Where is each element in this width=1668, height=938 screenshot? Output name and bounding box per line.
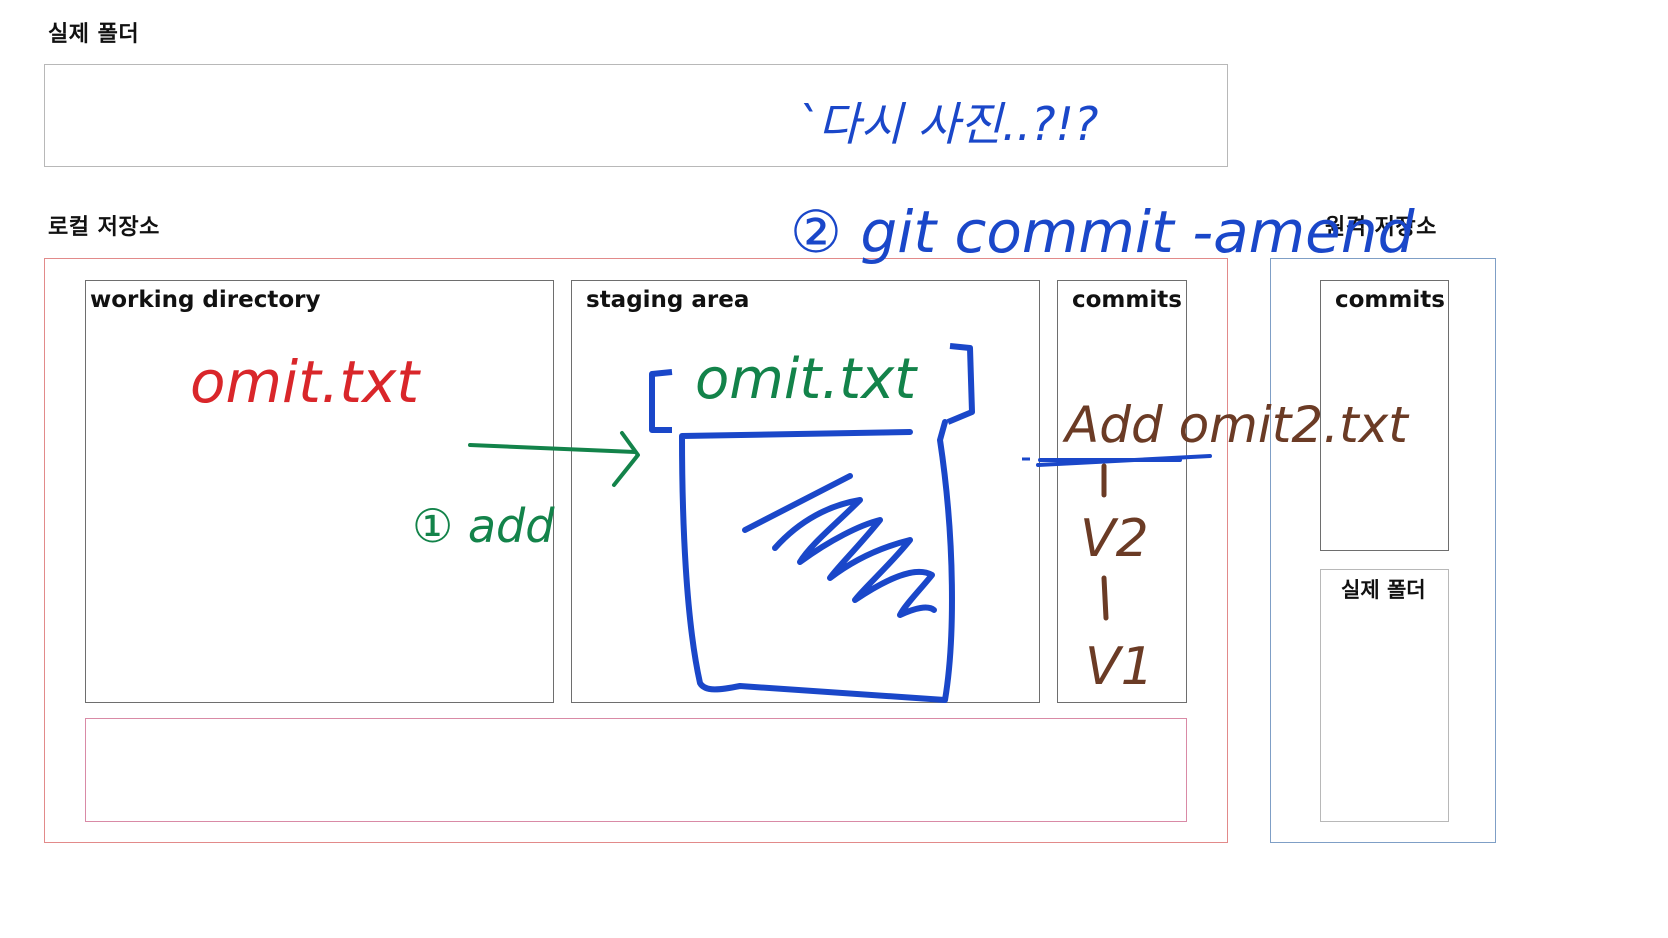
step1-annotation: ① add xyxy=(412,499,555,553)
handwritten-annotations: `다시 사진..?!? ② git commit -amend omit.txt… xyxy=(190,97,1416,703)
staged-snapshot-box xyxy=(679,419,955,703)
commit-underline xyxy=(1036,454,1212,467)
staged-content-scribble xyxy=(742,473,937,618)
add-arrow-head xyxy=(612,431,640,487)
red-file-annotation: omit.txt xyxy=(190,348,421,416)
v1-annotation: V1 xyxy=(1085,637,1154,697)
add-arrow-line xyxy=(468,443,637,454)
v2-annotation: V2 xyxy=(1080,509,1149,569)
staged-left-bracket xyxy=(649,369,673,433)
staged-file-annotation: omit.txt xyxy=(695,347,918,412)
commit-message-annotation: Add omit2.txt xyxy=(1062,396,1410,454)
memo-annotation: `다시 사진..?!? xyxy=(795,97,1098,151)
step2-annotation: ② git commit -amend xyxy=(790,198,1416,266)
staged-right-bracket xyxy=(946,343,975,425)
chain-line-bottom xyxy=(1101,575,1109,621)
